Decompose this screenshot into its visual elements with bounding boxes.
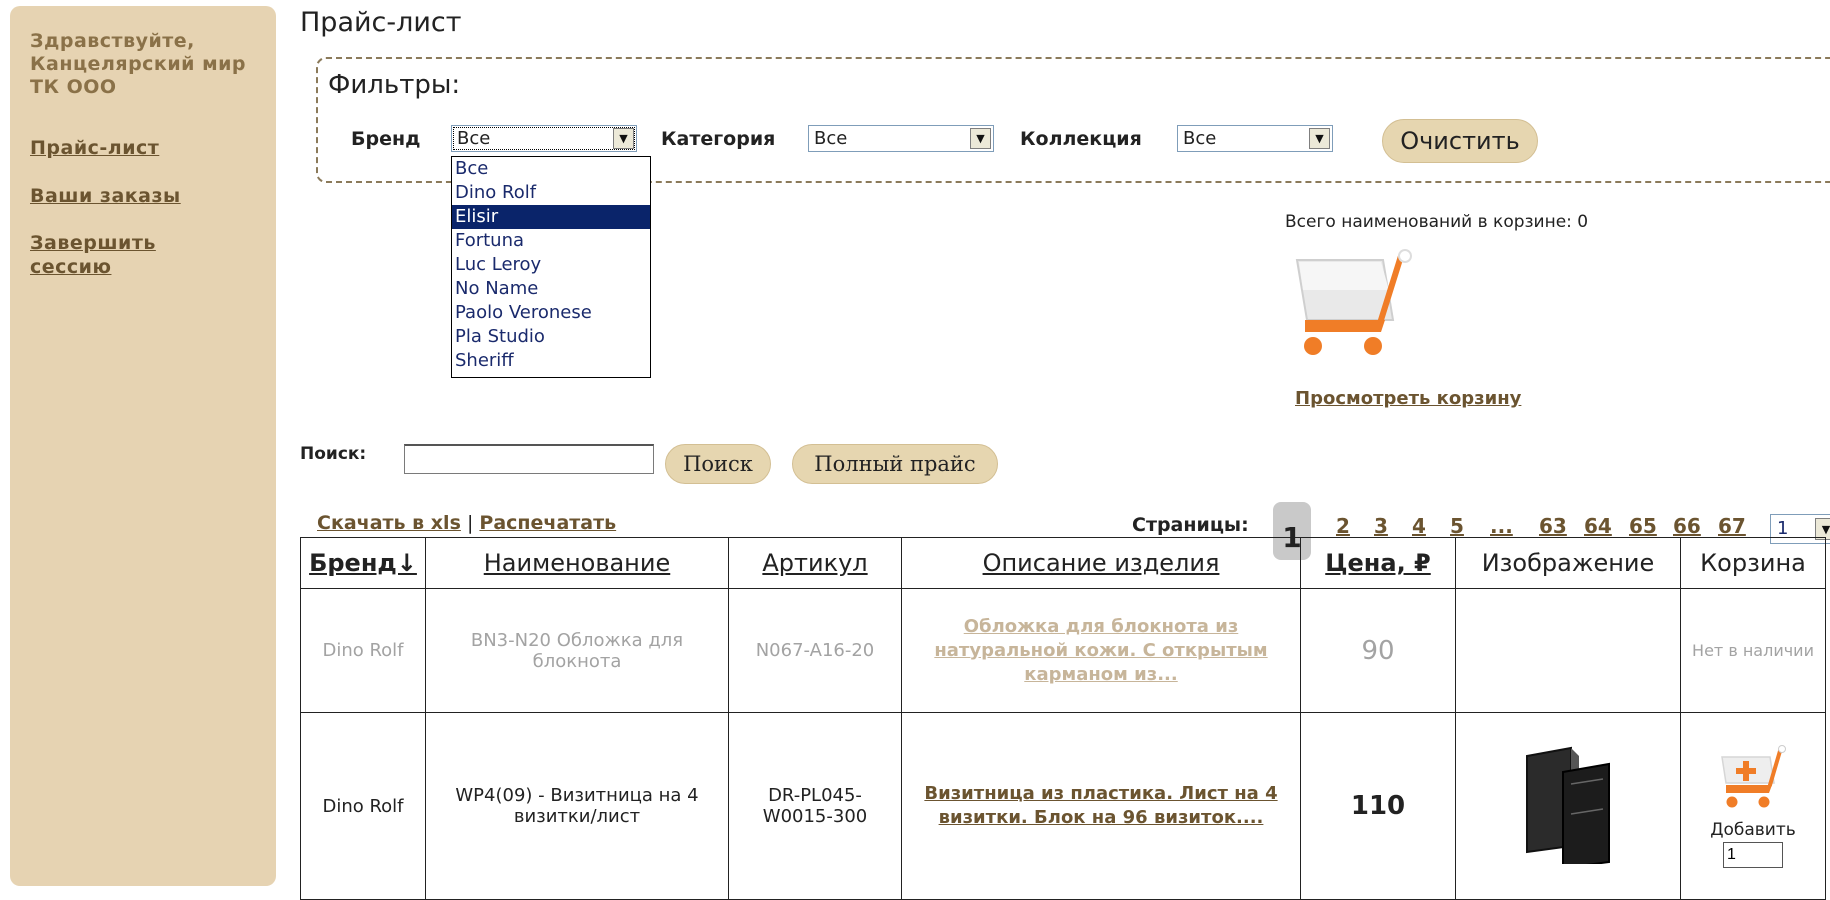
col-description[interactable]: Описание изделия bbox=[901, 537, 1301, 589]
cell-name: BN3-N20 Обложка для блокнота bbox=[425, 588, 729, 713]
cell-description: Визитница из пластика. Лист на 4 визитки… bbox=[901, 712, 1301, 900]
sort-name-link[interactable]: Наименование bbox=[484, 549, 671, 577]
page-link[interactable]: 2 bbox=[1336, 514, 1350, 538]
chevron-down-icon[interactable]: ▼ bbox=[1309, 128, 1330, 149]
brand-option[interactable]: Dino Rolf bbox=[452, 181, 650, 205]
pages-label: Страницы: bbox=[1132, 514, 1249, 536]
shopping-cart-icon[interactable] bbox=[1295, 248, 1415, 364]
col-brand[interactable]: Бренд↓ bbox=[300, 537, 426, 589]
brand-option[interactable]: Luc Leroy bbox=[452, 253, 650, 277]
cell-price: 90 bbox=[1300, 588, 1456, 713]
cell-cart-add: Добавить bbox=[1680, 712, 1826, 900]
page-link[interactable]: 4 bbox=[1412, 514, 1426, 538]
product-image[interactable] bbox=[1513, 744, 1623, 869]
sort-article-link[interactable]: Артикул bbox=[762, 549, 867, 577]
add-to-cart-label: Добавить bbox=[1710, 819, 1796, 840]
page-link[interactable]: ... bbox=[1490, 514, 1513, 538]
cell-cart-status: Нет в наличии bbox=[1680, 588, 1826, 713]
cell-name: WP4(09) - Визитница на 4 визитки/лист bbox=[425, 712, 729, 900]
print-link[interactable]: Распечатать bbox=[479, 512, 616, 534]
table-header-row: Бренд↓ Наименование Артикул Описание изд… bbox=[300, 537, 1826, 589]
brand-option[interactable]: Elisir bbox=[452, 205, 650, 229]
chevron-down-icon[interactable]: ▼ bbox=[970, 128, 991, 149]
table-row: Dino Rolf BN3-N20 Обложка для блокнота N… bbox=[300, 588, 1826, 713]
sidebar: Здравствуйте, Канцелярский мир ТК ООО Пр… bbox=[10, 6, 276, 886]
export-links: Скачать в xls | Распечатать bbox=[317, 512, 616, 534]
page-link[interactable]: 3 bbox=[1374, 514, 1388, 538]
cell-article: DR-PL045-W0015-300 bbox=[728, 712, 902, 900]
table-row: Dino Rolf WP4(09) - Визитница на 4 визит… bbox=[300, 712, 1826, 900]
col-name[interactable]: Наименование bbox=[425, 537, 729, 589]
col-cart: Корзина bbox=[1680, 537, 1826, 589]
col-price[interactable]: Цена, ₽ bbox=[1300, 537, 1456, 589]
brand-dropdown-list[interactable]: Все Dino Rolf Elisir Fortuna Luc Leroy No Nam… bbox=[451, 156, 651, 378]
description-link[interactable]: Визитница из пластика. Лист на 4 визитки… bbox=[924, 783, 1277, 828]
page-select-value: 1 bbox=[1777, 518, 1789, 539]
col-image: Изображение bbox=[1455, 537, 1681, 589]
collection-filter-value: Все bbox=[1183, 128, 1217, 149]
search-label: Поиск: bbox=[300, 444, 367, 464]
category-filter-label: Категория bbox=[661, 128, 776, 150]
filters-legend: Фильтры: bbox=[328, 70, 461, 100]
brand-option[interactable]: Pla Studio bbox=[452, 325, 650, 349]
sidebar-link-price-list[interactable]: Прайс-лист bbox=[30, 136, 159, 160]
sort-price-link[interactable]: Цена, ₽ bbox=[1325, 549, 1431, 577]
cell-price: 110 bbox=[1300, 712, 1456, 900]
description-link[interactable]: Обложка для блокнота из натуральной кожи… bbox=[934, 616, 1267, 685]
add-to-cart-icon[interactable] bbox=[1718, 744, 1788, 811]
page-link[interactable]: 67 bbox=[1718, 514, 1746, 538]
page-link[interactable]: 63 bbox=[1539, 514, 1567, 538]
col-article[interactable]: Артикул bbox=[728, 537, 902, 589]
brand-filter-label: Бренд bbox=[351, 128, 421, 150]
quantity-input[interactable] bbox=[1723, 841, 1783, 868]
search-input[interactable] bbox=[404, 444, 654, 474]
collection-filter-label: Коллекция bbox=[1020, 128, 1142, 150]
cell-brand: Dino Rolf bbox=[300, 588, 426, 713]
brand-option[interactable]: Sheriff bbox=[452, 349, 650, 373]
brand-filter-value: Все bbox=[457, 128, 491, 149]
price-table: Бренд↓ Наименование Артикул Описание изд… bbox=[300, 537, 1826, 900]
brand-option[interactable]: No Name bbox=[452, 277, 650, 301]
category-filter-select[interactable]: Все ▼ bbox=[808, 125, 994, 152]
collection-filter-select[interactable]: Все ▼ bbox=[1177, 125, 1333, 152]
full-price-button[interactable]: Полный прайс bbox=[792, 444, 998, 484]
search-button[interactable]: Поиск bbox=[665, 444, 771, 484]
cell-brand: Dino Rolf bbox=[300, 712, 426, 900]
sort-brand-link[interactable]: Бренд↓ bbox=[309, 549, 417, 577]
cell-description: Обложка для блокнота из натуральной кожи… bbox=[901, 588, 1301, 713]
clear-filters-button[interactable]: Очистить bbox=[1382, 119, 1538, 163]
download-xls-link[interactable]: Скачать в xls bbox=[317, 512, 461, 534]
cell-article: N067-A16-20 bbox=[728, 588, 902, 713]
page-title: Прайс-лист bbox=[300, 7, 462, 38]
sort-description-link[interactable]: Описание изделия bbox=[983, 549, 1220, 577]
sidebar-link-orders[interactable]: Ваши заказы bbox=[30, 184, 181, 208]
brand-filter-select[interactable]: Все ▼ bbox=[451, 125, 637, 152]
page-link[interactable]: 66 bbox=[1673, 514, 1701, 538]
page-link[interactable]: 65 bbox=[1629, 514, 1657, 538]
view-cart-link[interactable]: Просмотреть корзину bbox=[1295, 388, 1521, 409]
cart-total-text: Всего наименований в корзине: 0 bbox=[1285, 212, 1589, 232]
brand-option[interactable]: Все bbox=[452, 157, 650, 181]
category-filter-value: Все bbox=[814, 128, 848, 149]
brand-option[interactable]: Paolo Veronese bbox=[452, 301, 650, 325]
cell-image bbox=[1455, 588, 1681, 713]
page-link[interactable]: 64 bbox=[1584, 514, 1612, 538]
link-separator: | bbox=[466, 512, 474, 534]
page-link[interactable]: 5 bbox=[1450, 514, 1464, 538]
cell-image[interactable] bbox=[1455, 712, 1681, 900]
sidebar-link-logout[interactable]: Завершить сессию bbox=[30, 231, 230, 279]
brand-option[interactable]: Fortuna bbox=[452, 229, 650, 253]
greeting-text: Здравствуйте, Канцелярский мир ТК ООО bbox=[30, 30, 247, 98]
chevron-down-icon[interactable]: ▼ bbox=[613, 128, 634, 149]
